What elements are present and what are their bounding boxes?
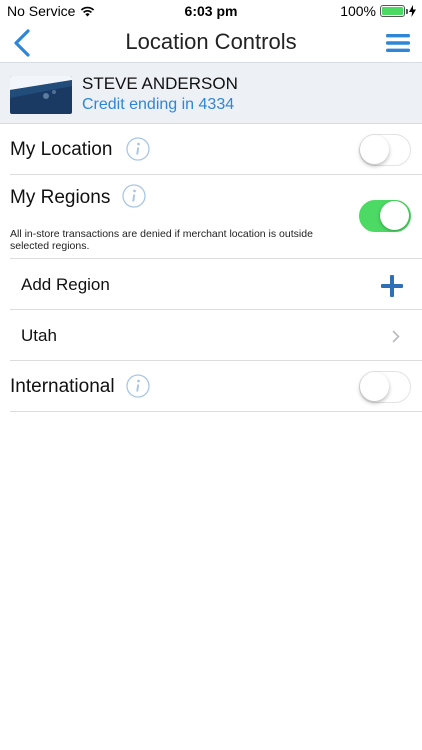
add-region-label: Add Region: [21, 275, 110, 294]
status-bar: No Service 6:03 pm 100%: [0, 0, 422, 22]
region-item-utah[interactable]: Utah: [10, 311, 422, 361]
my-location-toggle[interactable]: [359, 134, 411, 166]
my-regions-label: My Regions: [10, 187, 111, 208]
page-title: Location Controls: [125, 29, 297, 54]
battery-level-fill: [382, 7, 403, 15]
nav-bar: Location Controls: [0, 22, 422, 62]
status-battery-group: 100%: [340, 3, 416, 19]
international-label: International: [10, 376, 115, 397]
my-regions-toggle[interactable]: [359, 200, 411, 232]
card-header: STEVE ANDERSON Credit ending in 4334: [0, 62, 422, 124]
region-label: Utah: [21, 326, 57, 345]
international-toggle[interactable]: [359, 371, 411, 403]
add-region-row[interactable]: Add Region: [10, 260, 422, 310]
battery-percent: 100%: [340, 3, 376, 19]
battery-icon: [380, 5, 408, 17]
card-image: [10, 76, 72, 114]
card-holder-name: STEVE ANDERSON: [82, 74, 238, 93]
my-location-row: My Location: [10, 125, 422, 175]
chevron-right-icon: [392, 330, 400, 343]
my-regions-row: My Regions All in-store transactions are…: [10, 175, 422, 259]
hamburger-menu-icon[interactable]: [386, 33, 410, 53]
plus-icon[interactable]: [381, 275, 403, 297]
international-row: International: [10, 362, 422, 412]
info-icon[interactable]: [122, 184, 146, 208]
my-location-label: My Location: [10, 139, 113, 160]
card-subtitle: Credit ending in 4334: [82, 96, 235, 113]
info-icon[interactable]: [126, 137, 150, 161]
charging-bolt-icon: [409, 5, 416, 17]
info-icon[interactable]: [126, 374, 150, 398]
my-regions-note: All in-store transactions are denied if …: [10, 228, 313, 252]
